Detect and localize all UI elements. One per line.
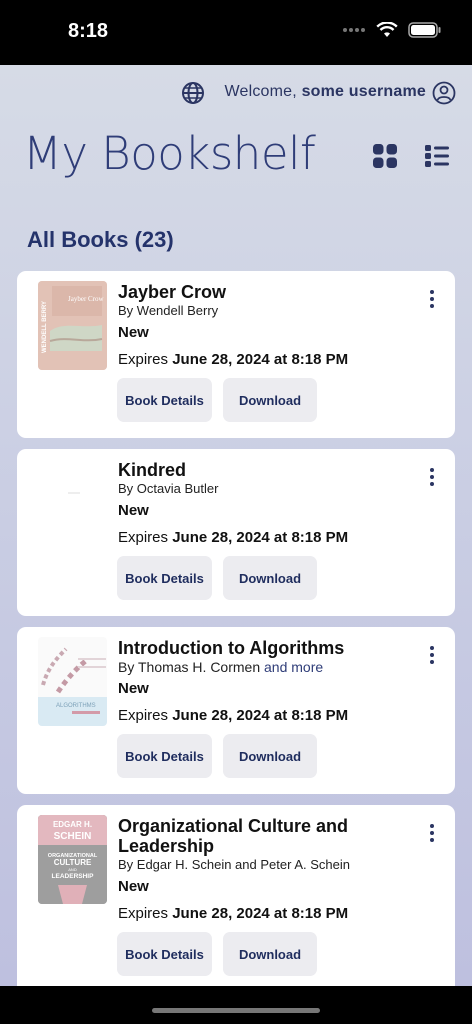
book-title: Introduction to Algorithms xyxy=(118,638,345,658)
welcome-text: Welcome, some username xyxy=(224,83,426,101)
expires-date: June 28, 2024 at 8:18 PM xyxy=(172,905,349,922)
book-cover[interactable]: ALGORITHMS xyxy=(38,637,107,726)
book-details-button[interactable]: Book Details xyxy=(117,378,212,422)
author-text: By Octavia Butler xyxy=(118,481,219,496)
section-title: All Books (23) xyxy=(27,227,174,252)
welcome-prefix: Welcome, xyxy=(224,83,297,100)
book-expires: Expires June 28, 2024 at 8:18 PM xyxy=(118,351,348,368)
expires-date: June 28, 2024 at 8:18 PM xyxy=(172,529,349,546)
signal-icon xyxy=(343,28,365,32)
expires-date: June 28, 2024 at 8:18 PM xyxy=(172,707,349,724)
author-text: By Edgar H. Schein and Peter A. Schein xyxy=(118,857,350,872)
more-options-icon[interactable] xyxy=(423,465,441,489)
book-expires: Expires June 28, 2024 at 8:18 PM xyxy=(118,905,348,922)
book-title: Kindred xyxy=(118,460,187,480)
wifi-icon xyxy=(376,22,398,37)
home-indicator[interactable] xyxy=(152,1008,320,1013)
author-text: By Thomas H. Cormen xyxy=(118,659,261,675)
book-cover[interactable] xyxy=(38,459,107,548)
book-status: New xyxy=(118,680,149,697)
book-card[interactable]: EDGAR H. SCHEIN ORGANIZATIONAL CULTURE A… xyxy=(17,805,455,986)
book-details-button[interactable]: Book Details xyxy=(117,734,212,778)
home-indicator-area xyxy=(0,986,472,1024)
book-expires: Expires June 28, 2024 at 8:18 PM xyxy=(118,529,348,546)
status-icons xyxy=(342,22,442,38)
book-author: By Wendell Berry xyxy=(118,303,218,318)
author-text: By Wendell Berry xyxy=(118,303,219,318)
page-title: My Bookshelf xyxy=(23,127,316,180)
book-author: By Edgar H. Schein and Peter A. Schein xyxy=(118,857,350,872)
book-status: New xyxy=(118,324,149,341)
user-account-icon[interactable] xyxy=(432,81,456,105)
more-options-icon[interactable] xyxy=(423,643,441,667)
book-status: New xyxy=(118,502,149,519)
book-card[interactable]: Kindred By Octavia Butler New Expires Ju… xyxy=(17,449,455,616)
book-details-button[interactable]: Book Details xyxy=(117,932,212,976)
svg-text:EDGAR H.: EDGAR H. xyxy=(53,820,92,829)
expires-prefix: Expires xyxy=(118,707,169,724)
expires-date: June 28, 2024 at 8:18 PM xyxy=(172,351,349,368)
top-bar: Welcome, some username xyxy=(0,79,472,109)
cover-vertical-text: WENDELL BERRY xyxy=(42,301,48,353)
svg-text:CULTURE: CULTURE xyxy=(54,858,92,867)
download-button[interactable]: Download xyxy=(223,556,317,600)
book-author: By Thomas H. Cormen and more xyxy=(118,659,323,675)
status-time: 8:18 xyxy=(68,20,109,42)
list-view-icon[interactable] xyxy=(424,143,450,169)
book-card[interactable]: ALGORITHMS Introduction to Algorithms By… xyxy=(17,627,455,794)
download-button[interactable]: Download xyxy=(223,932,317,976)
download-button[interactable]: Download xyxy=(223,734,317,778)
cover-art: ALGORITHMS xyxy=(38,637,107,726)
book-cover[interactable]: EDGAR H. SCHEIN ORGANIZATIONAL CULTURE A… xyxy=(38,815,107,904)
book-title: Jayber Crow xyxy=(118,282,227,302)
expires-prefix: Expires xyxy=(118,351,169,368)
book-status: New xyxy=(118,878,149,895)
globe-icon[interactable] xyxy=(181,81,205,105)
username: some username xyxy=(301,83,426,100)
grid-view-icon[interactable] xyxy=(372,143,398,169)
book-details-button[interactable]: Book Details xyxy=(117,556,212,600)
expires-prefix: Expires xyxy=(118,529,169,546)
status-bar: 8:18 xyxy=(0,0,472,65)
book-expires: Expires June 28, 2024 at 8:18 PM xyxy=(118,707,348,724)
more-options-icon[interactable] xyxy=(423,821,441,845)
download-button[interactable]: Download xyxy=(223,378,317,422)
book-title: Organizational Culture and Leadership xyxy=(118,816,349,856)
svg-text:SCHEIN: SCHEIN xyxy=(54,831,92,842)
svg-text:AND: AND xyxy=(68,867,77,872)
svg-text:LEADERSHIP: LEADERSHIP xyxy=(52,873,95,880)
battery-icon xyxy=(408,22,441,38)
and-more-link[interactable]: and more xyxy=(264,659,323,675)
cover-title-text: ALGORITHMS xyxy=(56,703,96,709)
book-card[interactable]: Jayber Crow WENDELL BERRY Jayber Crow By… xyxy=(17,271,455,438)
app-content: Welcome, some username My Bookshelf All … xyxy=(0,65,472,986)
more-options-icon[interactable] xyxy=(423,287,441,311)
svg-text:Jayber Crow: Jayber Crow xyxy=(68,295,105,303)
book-author: By Octavia Butler xyxy=(118,481,218,496)
expires-prefix: Expires xyxy=(118,905,169,922)
cover-art xyxy=(68,492,80,494)
book-cover[interactable]: Jayber Crow WENDELL BERRY xyxy=(38,281,107,370)
cover-art: EDGAR H. SCHEIN ORGANIZATIONAL CULTURE A… xyxy=(38,815,107,904)
cover-art: Jayber Crow WENDELL BERRY xyxy=(38,281,107,370)
